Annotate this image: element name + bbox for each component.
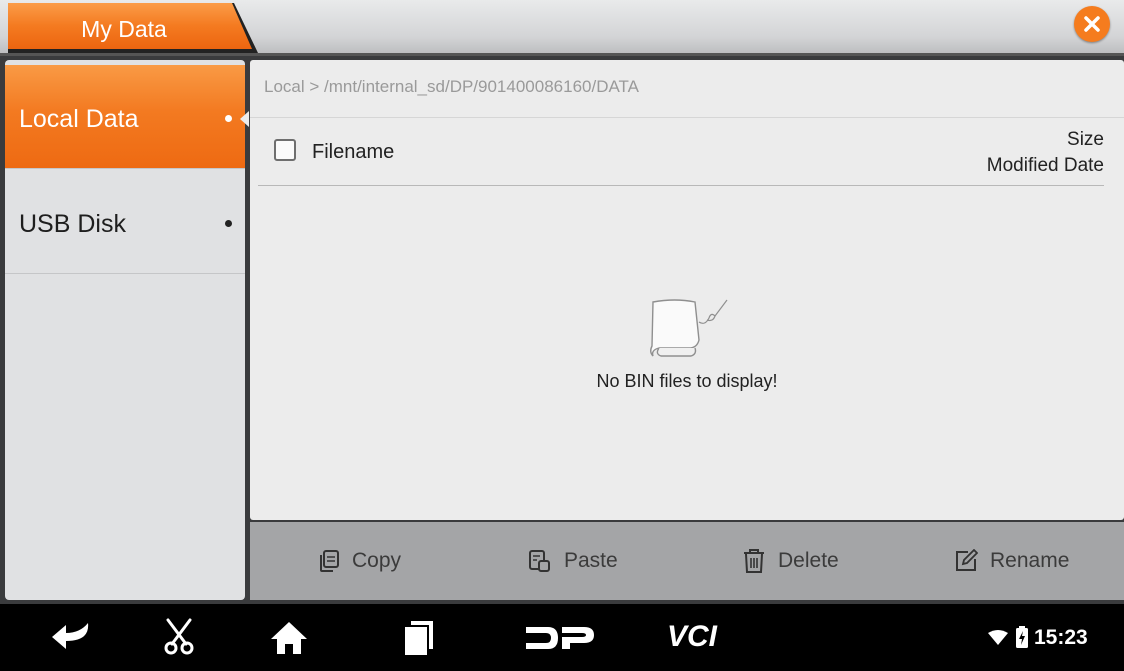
empty-state-message: No BIN files to display! <box>596 371 778 391</box>
paste-button[interactable]: Paste <box>528 522 618 600</box>
title-tab: My Data <box>8 3 258 53</box>
close-button[interactable] <box>1074 6 1110 42</box>
selection-pointer <box>240 111 249 127</box>
bullet-icon <box>225 115 232 122</box>
vci-logo[interactable]: VCI <box>665 620 745 652</box>
copy-icon <box>320 550 339 572</box>
scissors-icon[interactable] <box>164 618 194 656</box>
file-panel: Local > /mnt/internal_sd/DP/901400086160… <box>250 60 1124 520</box>
trash-icon <box>744 549 764 573</box>
sidebar-item-label: USB Disk <box>19 210 126 238</box>
system-nav-bar: VCI 15:23 <box>0 604 1124 671</box>
column-header-filename[interactable]: Filename <box>312 141 394 164</box>
empty-scroll-icon <box>650 299 728 357</box>
select-all-checkbox[interactable] <box>274 139 296 161</box>
vci-logo-text: VCI <box>667 620 718 652</box>
home-icon[interactable] <box>270 620 308 656</box>
title-bar: My Data <box>0 0 1124 56</box>
column-header-modified-date[interactable]: Modified Date <box>987 155 1104 177</box>
copy-label: Copy <box>352 549 402 572</box>
paste-icon <box>529 550 550 572</box>
back-icon[interactable] <box>50 621 92 653</box>
file-list-header: Filename Size Modified Date <box>258 118 1104 185</box>
sidebar-item-label: Local Data <box>19 105 139 133</box>
divider <box>258 185 1104 186</box>
dp-logo[interactable] <box>524 625 596 651</box>
delete-button[interactable]: Delete <box>742 522 839 600</box>
window-title: My Data <box>81 16 167 42</box>
sidebar-item-local-data[interactable]: Local Data <box>5 65 245 169</box>
paste-label: Paste <box>564 549 618 572</box>
delete-label: Delete <box>778 549 839 572</box>
bullet-icon <box>225 220 232 227</box>
wifi-icon <box>988 630 1008 645</box>
column-header-size[interactable]: Size <box>1067 129 1104 151</box>
copy-button[interactable]: Copy <box>318 522 401 600</box>
sidebar: Local Data USB Disk <box>5 60 245 600</box>
recent-apps-icon[interactable] <box>403 619 435 657</box>
status-time: 15:23 <box>1034 626 1088 649</box>
breadcrumb: Local > /mnt/internal_sd/DP/901400086160… <box>264 77 640 96</box>
action-toolbar: Copy Paste Delete Rename <box>250 522 1124 600</box>
edit-icon <box>956 549 978 571</box>
battery-charging-icon <box>1016 626 1028 648</box>
close-icon <box>1084 16 1100 32</box>
sidebar-item-usb-disk[interactable]: USB Disk <box>5 170 245 274</box>
rename-button[interactable]: Rename <box>954 522 1069 600</box>
rename-label: Rename <box>990 549 1070 572</box>
